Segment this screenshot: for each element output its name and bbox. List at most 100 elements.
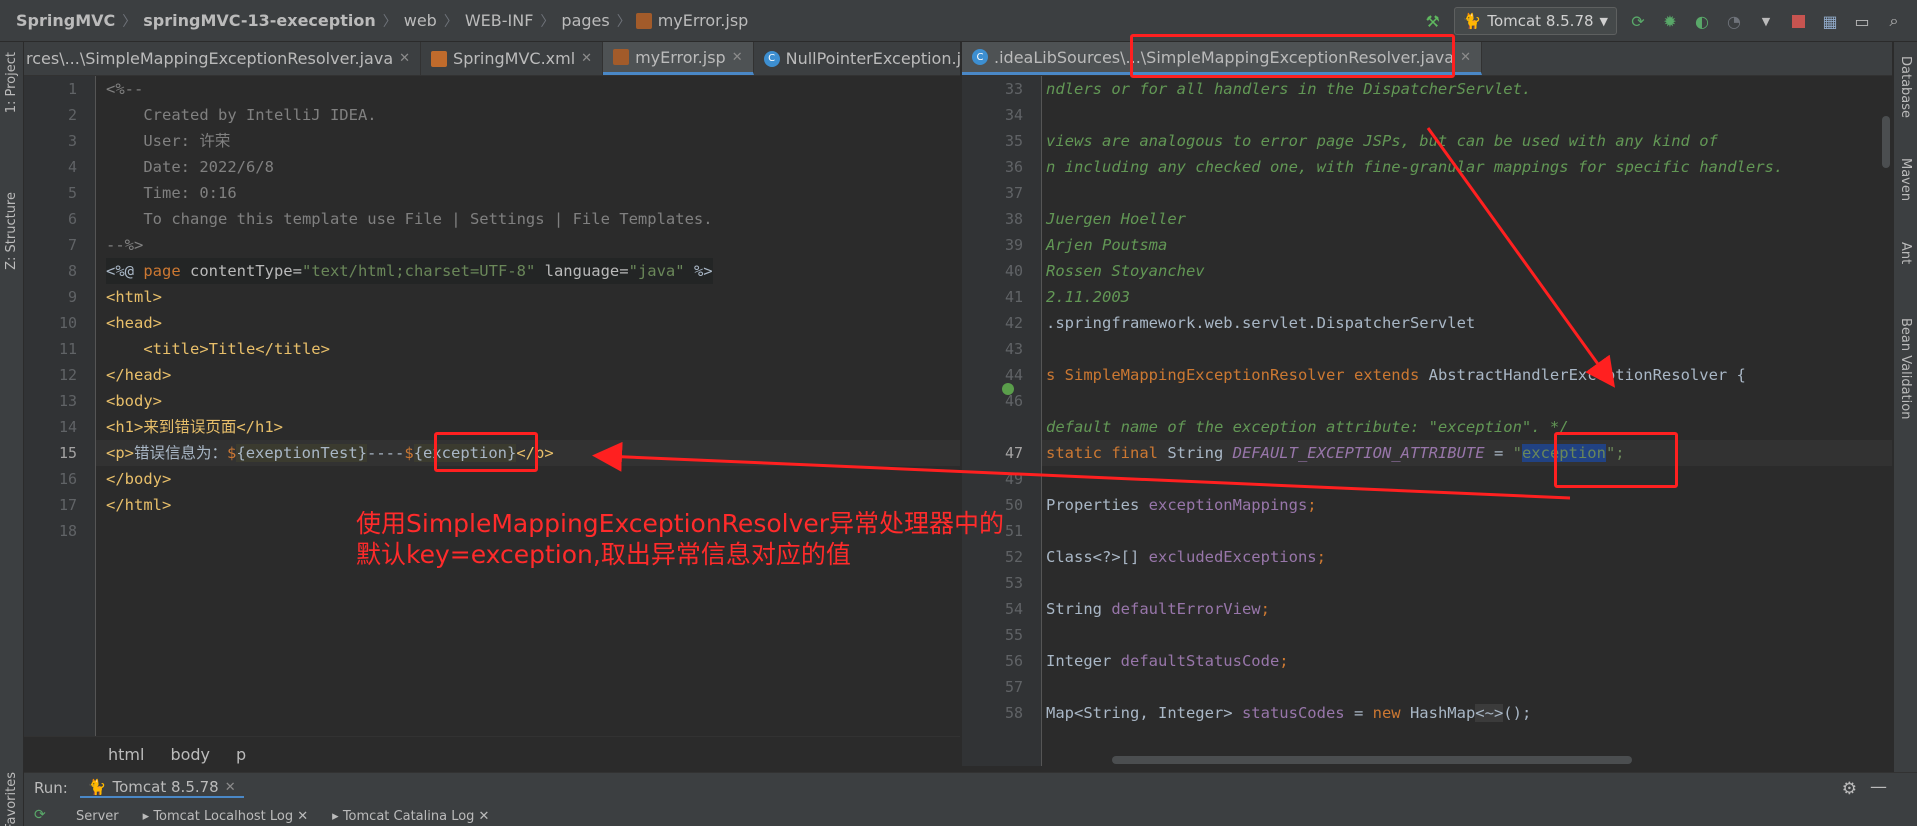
line-number: 42: [1004, 314, 1023, 332]
code-token: Map<String, Integer>: [1046, 704, 1242, 722]
close-icon[interactable]: ✕: [732, 50, 743, 65]
breadcrumb-p[interactable]: p: [236, 745, 246, 764]
code-token: 错误信息为：: [134, 444, 228, 462]
rerun-icon[interactable]: ⟳: [1627, 10, 1649, 32]
minimize-icon[interactable]: —: [1870, 777, 1887, 797]
run-label: Run:: [34, 779, 68, 797]
code-line: Juergen Hoeller: [1046, 210, 1186, 228]
tab-localhost-log[interactable]: ▸ Tomcat Localhost Log ✕: [143, 809, 309, 824]
code-token: {exeptionTest}: [236, 444, 368, 462]
chevron-down-icon[interactable]: ▼: [1755, 10, 1777, 32]
search-icon[interactable]: ⌕: [1883, 10, 1905, 32]
code-token: contentType=: [180, 262, 302, 280]
code-token: $: [404, 444, 414, 462]
code-line: <%--: [106, 80, 144, 98]
breadcrumb-web-inf[interactable]: WEB-INF: [463, 11, 536, 30]
breadcrumb-file[interactable]: myError.jsp: [656, 11, 751, 30]
code-token: ();: [1503, 704, 1532, 722]
close-icon[interactable]: ✕: [474, 809, 490, 824]
line-number-gutter: 1 2 3 4 5 6 7 8 9 10 11 12 13 14 15 16 1…: [24, 76, 96, 736]
code-line: Class<?>[] excludedExceptions;: [1046, 544, 1326, 570]
code-token: ;: [1279, 652, 1289, 670]
terminal-icon[interactable]: ▭: [1851, 10, 1873, 32]
code-line: String defaultErrorView;: [1046, 596, 1270, 622]
breadcrumb-pages[interactable]: pages: [559, 11, 611, 30]
line-number: 5: [67, 184, 77, 202]
close-icon[interactable]: ✕: [581, 51, 592, 66]
line-number: 7: [67, 236, 77, 254]
bean-validation-tool-tab[interactable]: Bean Validation: [1898, 318, 1913, 419]
profile-icon[interactable]: ◔: [1723, 10, 1745, 32]
line-number: 41: [1004, 288, 1023, 306]
tab-label: Tomcat Catalina Log: [342, 808, 475, 824]
code-line: <body>: [106, 392, 162, 410]
breadcrumb-body[interactable]: body: [170, 745, 210, 764]
line-number: 58: [1004, 704, 1023, 722]
tab-catalina-log[interactable]: ▸ Tomcat Catalina Log ✕: [332, 809, 489, 824]
close-icon[interactable]: ✕: [225, 780, 236, 795]
tab-nullpointerexception[interactable]: C NullPointerException.jav: [754, 42, 960, 75]
line-number: 13: [58, 392, 77, 410]
close-icon[interactable]: ✕: [399, 51, 410, 66]
code-line-class-declaration: s SimpleMappingExceptionResolver extends…: [1046, 362, 1746, 388]
project-structure-icon[interactable]: ▦: [1819, 10, 1841, 32]
line-number: 14: [58, 418, 77, 436]
run-tab-tomcat[interactable]: 🐈 Tomcat 8.5.78 ✕: [79, 778, 244, 798]
code-token: =: [1344, 704, 1373, 722]
code-line: --%>: [106, 236, 144, 254]
favorites-tool-tab[interactable]: Favorites: [4, 772, 19, 826]
code-line: views are analogous to error page JSPs, …: [1046, 132, 1718, 150]
jsp-file-icon: [635, 12, 652, 29]
coverage-icon[interactable]: ◐: [1691, 10, 1713, 32]
right-tool-strip: Database Maven Ant Bean Validation: [1893, 42, 1917, 772]
breadcrumb-module[interactable]: springMVC-13-exeception: [141, 11, 377, 30]
code-token: ": [1512, 444, 1522, 462]
gear-icon[interactable]: ⚙: [1842, 779, 1857, 799]
horizontal-scrollbar[interactable]: [1112, 756, 1632, 764]
breadcrumb-html[interactable]: html: [108, 745, 144, 764]
maven-tool-tab[interactable]: Maven: [1898, 158, 1913, 201]
close-icon[interactable]: ✕: [293, 809, 308, 824]
ant-tool-tab[interactable]: Ant: [1898, 242, 1913, 264]
vertical-scrollbar[interactable]: [1882, 116, 1890, 168]
breadcrumb-project[interactable]: SpringMVC: [14, 11, 117, 30]
breadcrumb-web[interactable]: web: [402, 11, 439, 30]
chevron-right-icon: 〉: [616, 13, 631, 30]
run-configuration-select[interactable]: 🐈 Tomcat 8.5.78 ▼: [1453, 7, 1617, 35]
code-token: HashMap: [1400, 704, 1476, 722]
code-token: ;: [1307, 496, 1317, 514]
right-code-editor[interactable]: 33 34 35 36 37 38 39 40 41 42 43 44 46 4…: [962, 76, 1892, 766]
stop-icon[interactable]: [1787, 10, 1809, 32]
close-icon[interactable]: ✕: [1460, 50, 1471, 65]
tab-springmvc-xml[interactable]: SpringMVC.xml ✕: [421, 42, 604, 75]
project-tool-tab[interactable]: 1: Project: [4, 52, 19, 113]
code-token: language=: [535, 262, 629, 280]
code-token: "text/html;charset=UTF-8": [301, 262, 536, 280]
code-token: ----: [367, 444, 405, 462]
left-code-editor[interactable]: 1 2 3 4 5 6 7 8 9 10 11 12 13 14 15 16 1…: [24, 76, 960, 736]
structure-tool-tab[interactable]: Z: Structure: [4, 192, 19, 270]
line-number: 18: [58, 522, 77, 540]
code-line: Created by IntelliJ IDEA.: [106, 106, 377, 124]
code-token: DEFAULT_EXCEPTION_ATTRIBUTE: [1232, 444, 1485, 462]
code-token: s SimpleMappingExceptionResolver: [1046, 366, 1354, 384]
hammer-icon[interactable]: ⚒: [1422, 10, 1444, 32]
code-token: excludedExceptions: [1148, 548, 1317, 566]
code-line: <html>: [106, 288, 162, 306]
line-number: 53: [1004, 574, 1023, 592]
debug-icon[interactable]: ✹: [1659, 10, 1681, 32]
tab-server[interactable]: Server: [76, 809, 119, 824]
line-number: 4: [67, 158, 77, 176]
run-header: Run: 🐈 Tomcat 8.5.78 ✕: [24, 773, 244, 803]
tab-simple-mapping-resolver-left[interactable]: rces\...\SimpleMappingExceptionResolver.…: [24, 42, 422, 75]
tomcat-icon: 🐈: [87, 778, 107, 796]
database-tool-tab[interactable]: Database: [1898, 56, 1913, 118]
line-number: 44: [1004, 366, 1023, 384]
tab-myerror-jsp[interactable]: myError.jsp ✕: [603, 42, 754, 75]
line-number: 11: [58, 340, 77, 358]
chevron-right-icon: 〉: [382, 13, 397, 30]
spring-bean-icon[interactable]: [1002, 383, 1014, 395]
log-icon: ▸: [142, 808, 154, 824]
code-line-page-directive: <%@ page contentType="text/html;charset=…: [106, 258, 713, 284]
line-number: 12: [58, 366, 77, 384]
